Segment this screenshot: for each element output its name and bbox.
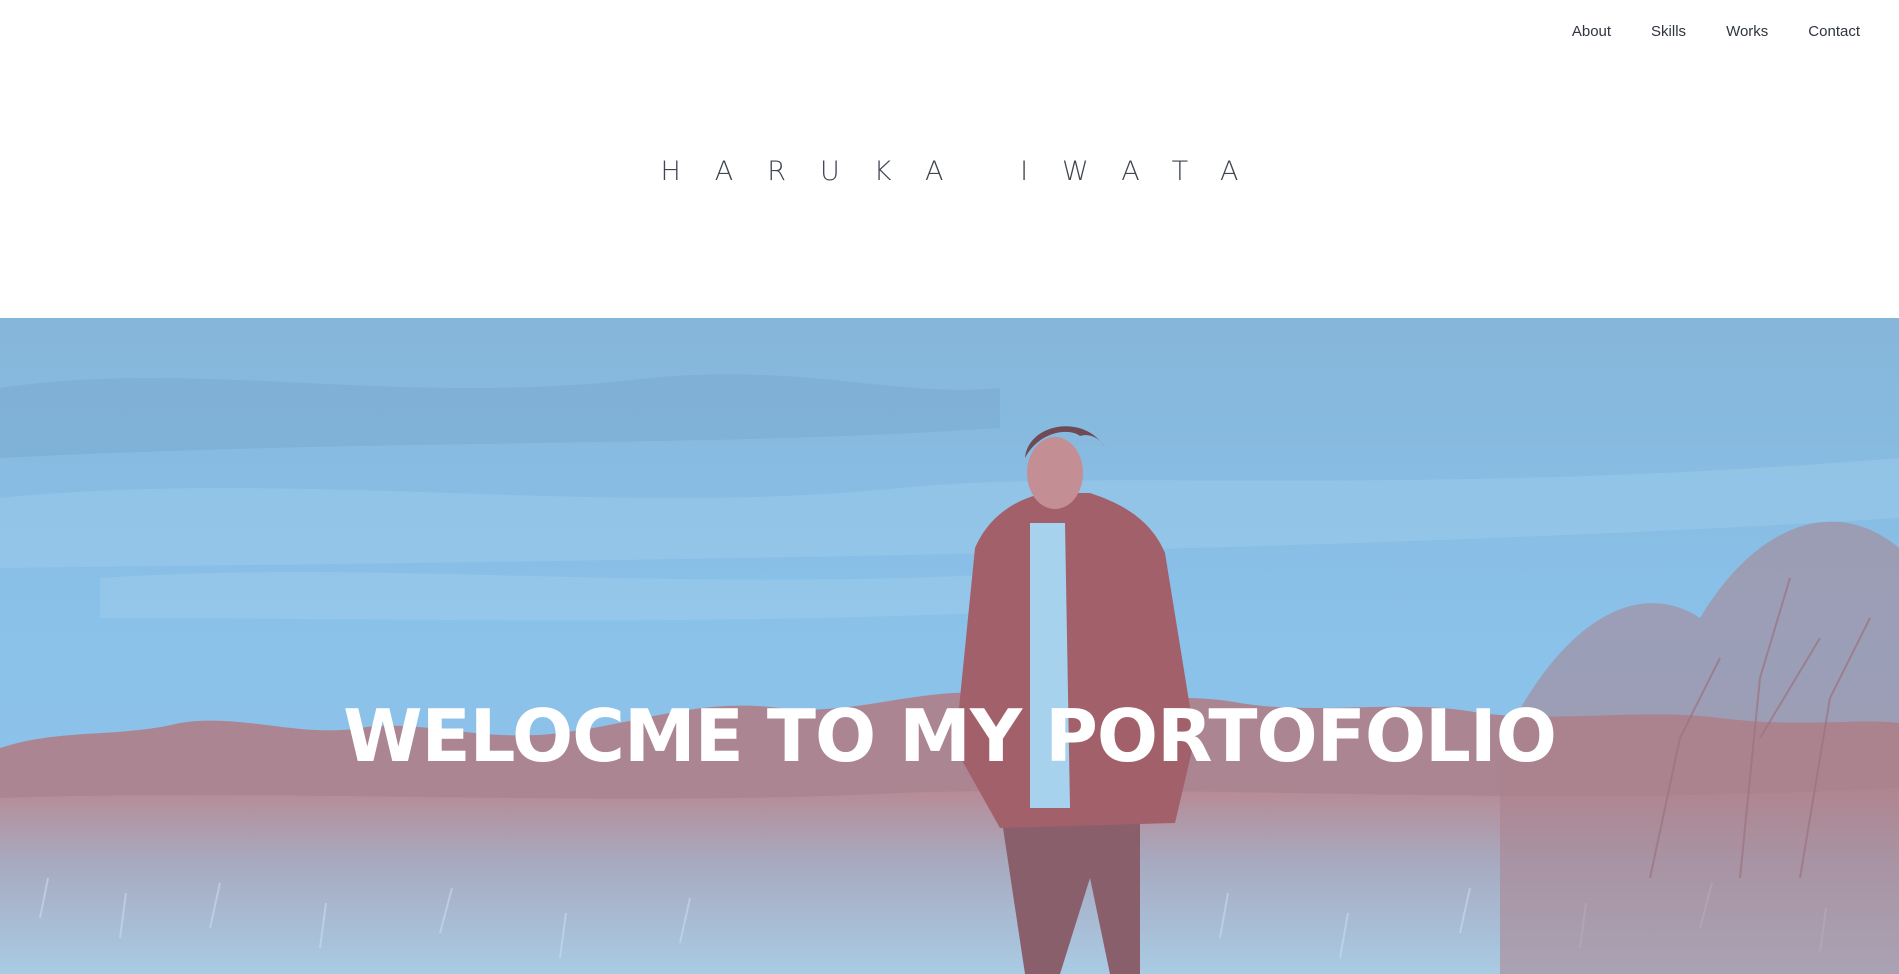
hero-photo [0,318,1899,974]
nav-link-works[interactable]: Works [1726,22,1768,42]
nav-link-contact[interactable]: Contact [1808,22,1860,42]
hero-heading: WELOCME TO MY PORTOFOLIO [343,694,1557,778]
hero-section: WELOCME TO MY PORTOFOLIO [0,318,1899,974]
site-title: HARUKA IWATA [660,156,1273,187]
page: About Skills Works Contact HARUKA IWATA [0,0,1899,974]
top-nav: About Skills Works Contact [1532,22,1860,42]
nav-link-skills[interactable]: Skills [1651,22,1686,42]
nav-link-about[interactable]: About [1572,22,1611,42]
